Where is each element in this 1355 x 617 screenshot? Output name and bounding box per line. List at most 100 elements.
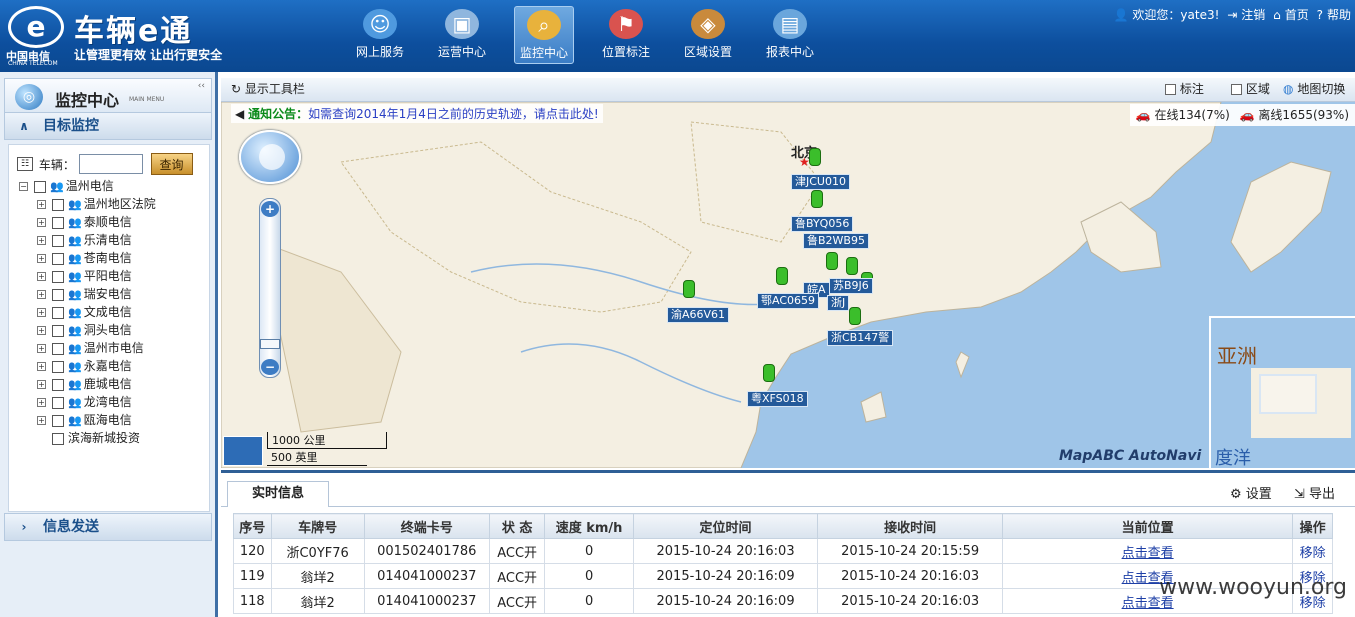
- expand-icon[interactable]: +: [37, 326, 46, 335]
- expand-icon[interactable]: +: [37, 236, 46, 245]
- column-header[interactable]: 接收时间: [817, 513, 1003, 539]
- vehicle-tag[interactable]: 苏B9J6: [829, 278, 873, 294]
- remove-link[interactable]: 移除: [1292, 538, 1333, 564]
- zoom-handle[interactable]: [260, 339, 280, 349]
- nav-region-settings[interactable]: ◈ 区域设置: [678, 6, 738, 64]
- column-header[interactable]: 操作: [1292, 513, 1333, 539]
- tree-node[interactable]: + 👥 温州地区法院: [37, 195, 156, 213]
- nav-monitor-center[interactable]: ⌕ 监控中心: [514, 6, 574, 64]
- expand-icon[interactable]: +: [37, 290, 46, 299]
- column-header[interactable]: 定位时间: [632, 513, 819, 539]
- vehicle-search-input[interactable]: [78, 154, 143, 174]
- expand-icon[interactable]: +: [37, 380, 46, 389]
- tree-node[interactable]: 滨海新城投资: [37, 429, 140, 447]
- expand-icon[interactable]: +: [37, 416, 46, 425]
- pan-center[interactable]: [259, 144, 285, 170]
- search-button[interactable]: 查询: [150, 153, 193, 175]
- zoom-out-button[interactable]: −: [261, 359, 279, 375]
- mark-checkbox[interactable]: 标注: [1165, 78, 1204, 100]
- checkbox[interactable]: [52, 360, 64, 373]
- table-row[interactable]: 120 浙C0YF76 001502401786 ACC开 0 2015-10-24 20…: [233, 538, 1333, 564]
- tree-node[interactable]: + 👥 文成电信: [37, 303, 132, 321]
- expand-icon[interactable]: [37, 434, 46, 443]
- expand-icon[interactable]: +: [37, 308, 46, 317]
- checkbox[interactable]: [52, 234, 64, 247]
- vehicle-tag[interactable]: 鲁B2WB95: [803, 233, 869, 249]
- vehicle-tag[interactable]: 渝A66V61: [667, 307, 730, 323]
- nav-operation-center[interactable]: ▣ 运营中心: [432, 6, 492, 64]
- view-location-link[interactable]: 点击查看: [1001, 538, 1294, 564]
- column-header[interactable]: 速度 km/h: [544, 513, 634, 539]
- checkbox[interactable]: [52, 306, 64, 319]
- vehicle-tag[interactable]: 粤XFS018: [747, 391, 808, 407]
- tree-node[interactable]: + 👥 泰顺电信: [37, 213, 132, 231]
- settings-button[interactable]: 设置: [1246, 487, 1272, 502]
- show-toolbar-toggle[interactable]: ↻ 显示工具栏: [231, 78, 305, 100]
- map-switch-button[interactable]: ◍ 地图切换: [1283, 78, 1345, 100]
- area-checkbox[interactable]: 区域: [1231, 78, 1270, 100]
- column-header[interactable]: 状 态: [488, 513, 546, 539]
- minimap-viewport[interactable]: [1259, 374, 1317, 414]
- tree-node[interactable]: + 👥 温州市电信: [37, 339, 144, 357]
- tree-node[interactable]: + 👥 洞头电信: [37, 321, 132, 339]
- vehicle-marker[interactable]: [846, 257, 858, 275]
- tree-node[interactable]: + 👥 龙湾电信: [37, 393, 132, 411]
- checkbox[interactable]: [52, 252, 64, 265]
- vehicle-marker[interactable]: [809, 148, 821, 166]
- collapse-icon[interactable]: ‹‹: [198, 81, 205, 91]
- tree-node[interactable]: + 👥 苍南电信: [37, 249, 132, 267]
- checkbox[interactable]: [34, 180, 46, 193]
- checkbox[interactable]: [52, 216, 64, 229]
- checkbox[interactable]: [52, 396, 64, 409]
- expand-icon[interactable]: +: [37, 362, 46, 371]
- vehicle-marker[interactable]: [811, 190, 823, 208]
- expand-icon[interactable]: +: [37, 272, 46, 281]
- checkbox[interactable]: [52, 270, 64, 283]
- section-message-send[interactable]: › 信息发送: [4, 513, 212, 541]
- overview-minimap[interactable]: 亚洲 度洋: [1209, 316, 1355, 468]
- tree-node-root[interactable]: − 👥 温州电信: [19, 177, 114, 195]
- vehicle-marker[interactable]: [826, 252, 838, 270]
- expand-icon[interactable]: +: [37, 398, 46, 407]
- section-target-monitor[interactable]: ∧ 目标监控: [4, 112, 212, 140]
- vehicle-marker[interactable]: [683, 280, 695, 298]
- checkbox[interactable]: [52, 432, 64, 445]
- collapse-icon[interactable]: −: [19, 182, 28, 191]
- notice-link[interactable]: 如需查询2014年1月4日之前的历史轨迹，请点击此处!: [308, 107, 599, 121]
- checkbox[interactable]: [52, 342, 64, 355]
- home-link[interactable]: 首页: [1285, 8, 1309, 22]
- tree-node[interactable]: + 👥 永嘉电信: [37, 357, 132, 375]
- tree-node[interactable]: + 👥 瓯海电信: [37, 411, 132, 429]
- checkbox[interactable]: [52, 324, 64, 337]
- vehicle-tag[interactable]: 津JCU010: [791, 174, 850, 190]
- column-header[interactable]: 终端卡号: [363, 513, 490, 539]
- pan-control[interactable]: [239, 130, 301, 184]
- nav-location-mark[interactable]: ⚑ 位置标注: [596, 6, 656, 64]
- tab-realtime-info[interactable]: 实时信息: [227, 481, 329, 507]
- export-button[interactable]: 导出: [1309, 487, 1335, 502]
- checkbox[interactable]: [52, 414, 64, 427]
- zoom-slider[interactable]: + −: [259, 198, 281, 378]
- vehicle-marker[interactable]: [849, 307, 861, 325]
- column-header[interactable]: 车牌号: [270, 513, 365, 539]
- tree-node[interactable]: + 👥 平阳电信: [37, 267, 132, 285]
- expand-icon[interactable]: +: [37, 200, 46, 209]
- vehicle-marker[interactable]: [776, 267, 788, 285]
- column-header[interactable]: 当前位置: [1001, 513, 1294, 539]
- vehicle-tag[interactable]: 鄂AC0659: [757, 293, 820, 309]
- map-view[interactable]: ◀ 通知公告：如需查询2014年1月4日之前的历史轨迹，请点击此处! 🚗 在线1…: [221, 102, 1355, 468]
- tree-node[interactable]: + 👥 鹿城电信: [37, 375, 132, 393]
- zoom-in-button[interactable]: +: [261, 201, 279, 217]
- vehicle-marker[interactable]: [763, 364, 775, 382]
- map-layer-button[interactable]: [223, 436, 263, 466]
- tree-node[interactable]: + 👥 乐清电信: [37, 231, 132, 249]
- expand-icon[interactable]: +: [37, 344, 46, 353]
- tree-node[interactable]: + 👥 瑞安电信: [37, 285, 132, 303]
- nav-report-center[interactable]: ▤ 报表中心: [760, 6, 820, 64]
- notice-banner[interactable]: ◀ 通知公告：如需查询2014年1月4日之前的历史轨迹，请点击此处!: [231, 104, 603, 123]
- expand-icon[interactable]: +: [37, 254, 46, 263]
- column-header[interactable]: 序号: [233, 513, 272, 539]
- nav-online-service[interactable]: ☺ 网上服务: [350, 6, 410, 64]
- checkbox[interactable]: [52, 378, 64, 391]
- vehicle-tag[interactable]: 浙CB147警: [827, 330, 894, 346]
